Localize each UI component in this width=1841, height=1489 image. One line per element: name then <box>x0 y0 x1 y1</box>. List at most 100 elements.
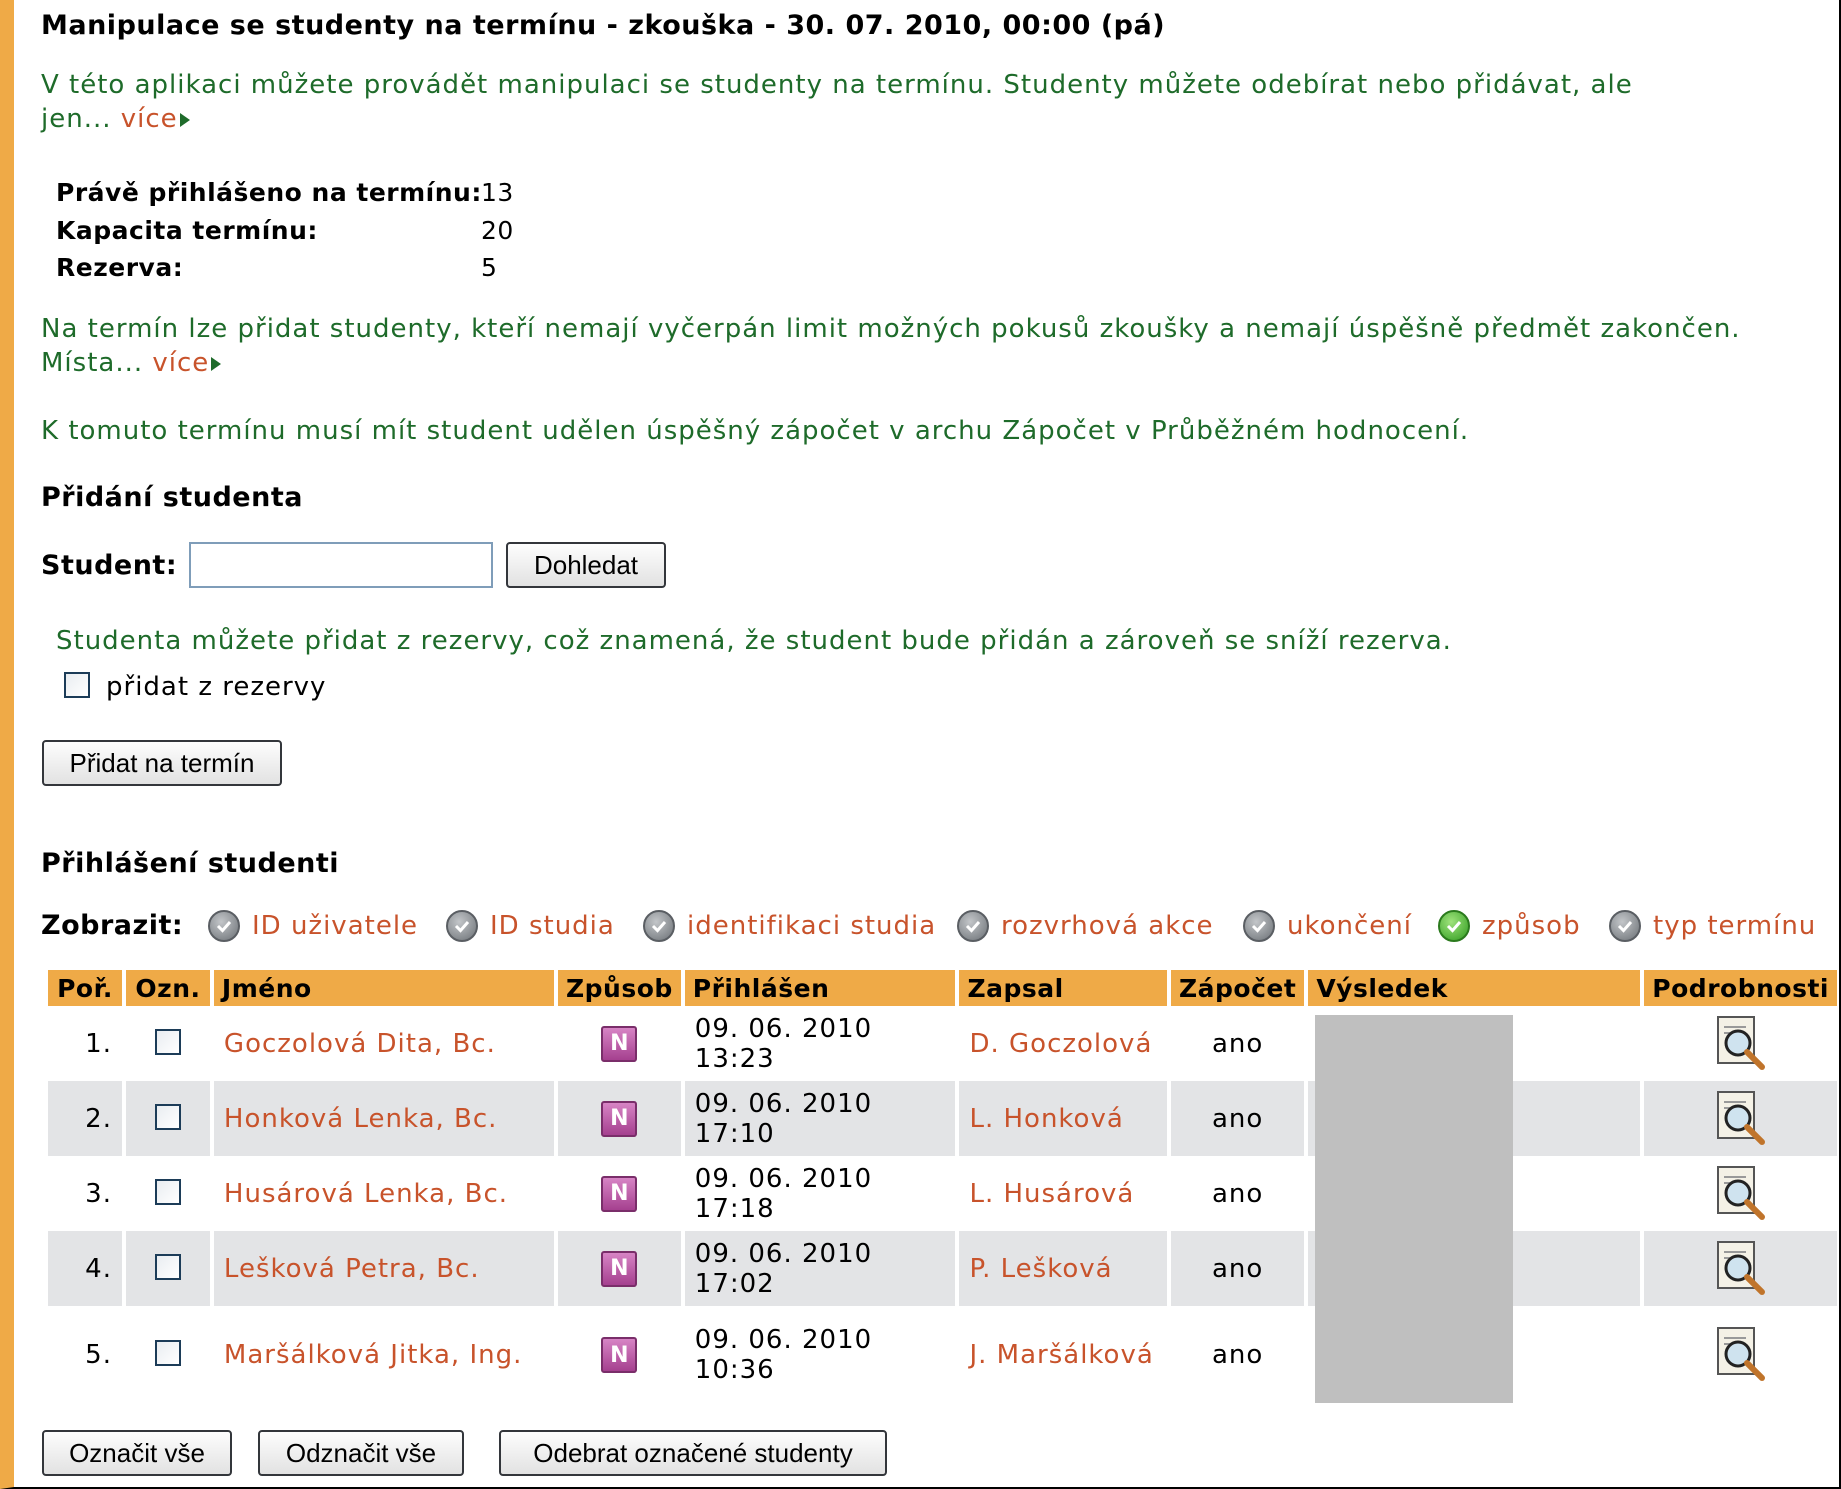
filter-mode[interactable]: způsob <box>1438 908 1581 944</box>
filter-study-identification[interactable]: identifikaci studia <box>643 908 936 944</box>
student-label: Student: <box>41 550 178 581</box>
cell-credit: ano <box>1171 1306 1305 1404</box>
add-student-heading: Přidání studenta <box>41 482 303 513</box>
col-result: Výsledek <box>1308 970 1641 1006</box>
rule-text-tail: Místa... <box>41 348 153 378</box>
student-name-link[interactable]: Lešková Petra, Bc. <box>224 1254 480 1284</box>
cell-details <box>1644 1231 1837 1306</box>
mode-badge-icon: N <box>601 1025 638 1062</box>
student-name-link[interactable]: Honková Lenka, Bc. <box>224 1104 498 1134</box>
filter-term-type[interactable]: typ termínu <box>1609 908 1816 944</box>
cell-name: Lešková Petra, Bc. <box>213 1231 554 1306</box>
enrolled-by-link[interactable]: D. Goczolová <box>969 1029 1152 1059</box>
student-name-link[interactable]: Maršálková Jitka, Ing. <box>224 1340 522 1370</box>
cell-by: L. Honková <box>959 1081 1168 1156</box>
cell-mark <box>125 1081 210 1156</box>
enrolled-by-link[interactable]: L. Husárová <box>969 1179 1134 1209</box>
table-row: 1. Goczolová Dita, Bc. N 09. 06. 2010 13:23… <box>48 1006 1837 1081</box>
summary-value-registered: 13 <box>481 178 514 207</box>
select-all-button[interactable]: Označit vše <box>42 1430 232 1476</box>
mode-badge-icon: N <box>601 1337 638 1373</box>
show-label: Zobrazit: <box>41 910 184 941</box>
deselect-all-button[interactable]: Odznačit vše <box>258 1430 464 1476</box>
check-grey-icon <box>446 910 478 942</box>
reserve-checkbox[interactable] <box>64 672 90 698</box>
cell-registered: 09. 06. 2010 17:18 <box>684 1156 956 1231</box>
check-grey-icon <box>643 910 675 942</box>
check-green-icon <box>1438 910 1470 942</box>
cell-mark <box>125 1006 210 1081</box>
cell-mode: N <box>558 1306 681 1404</box>
details-magnifier-icon[interactable] <box>1712 1013 1770 1075</box>
filter-schedule-event[interactable]: rozvrhová akce <box>957 908 1214 944</box>
details-magnifier-icon[interactable] <box>1712 1088 1770 1150</box>
cell-mode: N <box>558 1156 681 1231</box>
cell-order: 3. <box>48 1156 122 1231</box>
cell-name: Goczolová Dita, Bc. <box>213 1006 554 1081</box>
check-grey-icon <box>208 910 240 942</box>
mode-badge-icon: N <box>601 1100 638 1137</box>
add-to-term-button[interactable]: Přidat na termín <box>42 740 282 786</box>
filter-label: ID uživatele <box>252 911 419 941</box>
col-registered: Přihlášen <box>684 970 956 1006</box>
table-row: 3. Husárová Lenka, Bc. N 09. 06. 2010 17:18… <box>48 1156 1837 1231</box>
col-name: Jméno <box>213 970 554 1006</box>
reserve-note: Studenta můžete přidat z rezervy, což zn… <box>56 626 1452 656</box>
cell-details <box>1644 1081 1837 1156</box>
student-name-link[interactable]: Husárová Lenka, Bc. <box>224 1179 508 1209</box>
remove-selected-button[interactable]: Odebrat označené studenty <box>499 1430 887 1476</box>
intro-more-link[interactable]: více <box>121 104 178 134</box>
intro-text-tail: jen... <box>41 104 121 134</box>
row-select-checkbox[interactable] <box>154 1178 181 1205</box>
summary-value-capacity: 20 <box>481 216 514 245</box>
rule-more-link[interactable]: více <box>152 348 209 378</box>
table-header-row: Poř. Ozn. Jméno Způsob Přihlášen Zapsal … <box>48 970 1837 1006</box>
enrolled-by-link[interactable]: J. Maršálková <box>969 1340 1153 1370</box>
table-row: 4. Lešková Petra, Bc. N 09. 06. 2010 17:02 P… <box>48 1231 1837 1306</box>
student-name-link[interactable]: Goczolová Dita, Bc. <box>224 1029 496 1059</box>
filter-study-id[interactable]: ID studia <box>446 908 615 944</box>
reserve-checkbox-label[interactable]: přidat z rezervy <box>106 672 326 702</box>
cell-details <box>1644 1006 1837 1081</box>
student-search-input[interactable] <box>189 542 493 588</box>
row-select-checkbox[interactable] <box>154 1103 181 1130</box>
search-student-button[interactable]: Dohledat <box>506 542 666 588</box>
mode-badge-icon: N <box>601 1175 638 1212</box>
cell-by: D. Goczolová <box>959 1006 1168 1081</box>
enrolled-by-link[interactable]: P. Lešková <box>969 1254 1112 1284</box>
col-mode: Způsob <box>558 970 681 1006</box>
details-magnifier-icon[interactable] <box>1712 1163 1770 1225</box>
col-by: Zapsal <box>959 970 1168 1006</box>
table-row: 5. Maršálková Jitka, Ing. N 09. 06. 2010 10… <box>48 1306 1837 1404</box>
cell-credit: ano <box>1171 1231 1305 1306</box>
cell-mark <box>125 1156 210 1231</box>
filter-completion[interactable]: ukončení <box>1243 908 1412 944</box>
row-select-checkbox[interactable] <box>154 1253 181 1280</box>
filter-label: typ termínu <box>1653 911 1817 941</box>
cell-mode: N <box>558 1006 681 1081</box>
summary-value-reserve: 5 <box>481 253 498 282</box>
cell-mark <box>125 1231 210 1306</box>
check-grey-icon <box>1609 910 1641 942</box>
summary-label-capacity: Kapacita termínu: <box>56 216 318 245</box>
cell-credit: ano <box>1171 1156 1305 1231</box>
cell-name: Honková Lenka, Bc. <box>213 1081 554 1156</box>
filter-label: ID studia <box>490 911 615 941</box>
filter-label: způsob <box>1482 911 1581 941</box>
cell-details <box>1644 1156 1837 1231</box>
summary-label-registered: Právě přihlášeno na termínu: <box>56 178 482 207</box>
cell-mark <box>125 1306 210 1404</box>
row-select-checkbox[interactable] <box>154 1028 181 1055</box>
cell-credit: ano <box>1171 1006 1305 1081</box>
cell-registered: 09. 06. 2010 13:23 <box>684 1006 956 1081</box>
students-table: Poř. Ozn. Jméno Způsob Přihlášen Zapsal … <box>44 970 1841 1404</box>
filter-label: rozvrhová akce <box>1001 911 1214 941</box>
filter-user-id[interactable]: ID uživatele <box>208 908 418 944</box>
filter-label: identifikaci studia <box>687 911 937 941</box>
enrolled-by-link[interactable]: L. Honková <box>969 1104 1123 1134</box>
details-magnifier-icon[interactable] <box>1712 1324 1770 1386</box>
table-row: 2. Honková Lenka, Bc. N 09. 06. 2010 17:10 L… <box>48 1081 1837 1156</box>
row-select-checkbox[interactable] <box>154 1340 181 1366</box>
cell-name: Maršálková Jitka, Ing. <box>213 1306 554 1404</box>
details-magnifier-icon[interactable] <box>1712 1238 1770 1300</box>
